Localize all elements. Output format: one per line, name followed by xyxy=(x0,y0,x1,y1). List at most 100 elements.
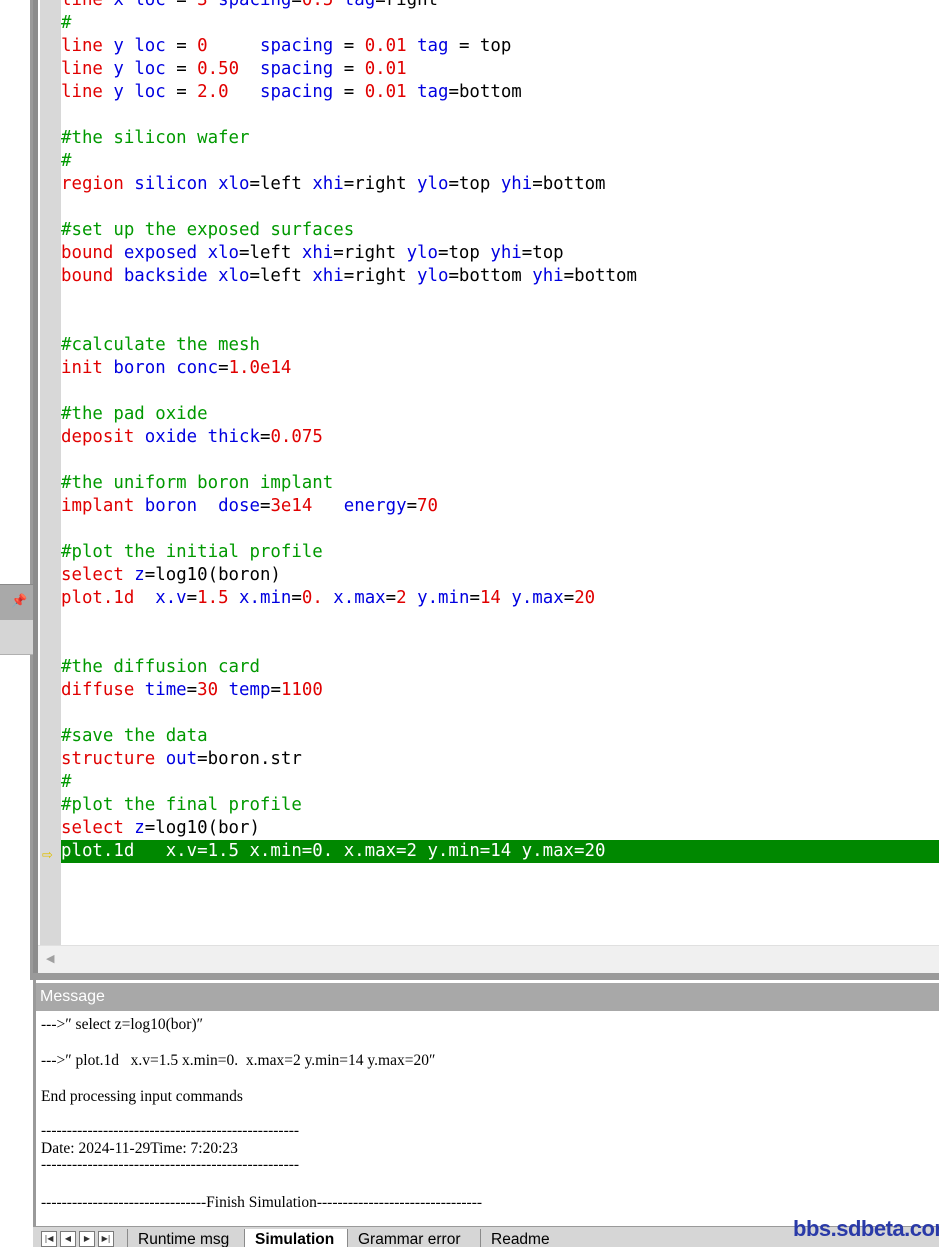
code-line[interactable]: line y loc = 2.0 spacing = 0.01 tag=bott… xyxy=(61,81,939,104)
code-line[interactable] xyxy=(61,633,939,656)
code-line[interactable]: diffuse time=30 temp=1100 xyxy=(61,679,939,702)
code-line[interactable]: # xyxy=(61,12,939,35)
prev-icon[interactable]: ◀ xyxy=(60,1231,76,1247)
tab-runtime-msg[interactable]: Runtime msg xyxy=(127,1229,246,1247)
code-token: = xyxy=(333,82,365,102)
tab-grammar-error[interactable]: Grammar error xyxy=(347,1229,486,1247)
pin-tab[interactable]: 📌 xyxy=(0,584,33,621)
code-line[interactable]: deposit oxide thick=0.075 xyxy=(61,426,939,449)
code-line[interactable]: #the diffusion card xyxy=(61,656,939,679)
code-line[interactable]: #plot the final profile xyxy=(61,794,939,817)
editor-margin xyxy=(40,0,61,945)
code-token: plot.1d xyxy=(61,588,135,608)
code-token: out xyxy=(155,749,198,769)
code-line[interactable]: #the uniform boron implant xyxy=(61,472,939,495)
last-icon[interactable]: ▶| xyxy=(98,1231,114,1247)
code-token: #the silicon wafer xyxy=(61,128,250,148)
code-token: 1.0e14 xyxy=(228,358,292,378)
horizontal-scrollbar[interactable]: ◀ xyxy=(38,945,939,974)
code-line[interactable]: #save the data xyxy=(61,725,939,748)
code-line[interactable]: plot.1d x.v=1.5 x.min=0. x.max=2 y.min=1… xyxy=(61,587,939,610)
code-token: plot.1d x.v=1.5 x.min=0. x.max=2 y.min=1… xyxy=(61,841,606,861)
code-line[interactable]: #the pad oxide xyxy=(61,403,939,426)
code-token: y xyxy=(102,82,135,102)
code-line[interactable]: bound backside xlo=left xhi=right ylo=bo… xyxy=(61,265,939,288)
code-token: boron xyxy=(102,358,166,378)
code-token: 0.5 xyxy=(301,0,334,10)
code-line[interactable] xyxy=(61,449,939,472)
message-panel: Message --->″ select z=log10(bor)″ --->″ … xyxy=(33,980,939,1226)
code-token: spacing xyxy=(239,59,334,79)
code-token: line xyxy=(61,0,103,10)
code-token: temp xyxy=(218,680,271,700)
code-token: dose xyxy=(197,496,260,516)
code-token: tag xyxy=(406,82,449,102)
code-token: init xyxy=(61,358,103,378)
code-line[interactable] xyxy=(61,288,939,311)
code-token: boron xyxy=(134,496,198,516)
code-token: z xyxy=(123,565,145,585)
code-token: x.min xyxy=(228,588,292,608)
pin-icon[interactable]: 📌 xyxy=(11,594,27,609)
code-line[interactable] xyxy=(61,610,939,633)
code-line[interactable] xyxy=(61,104,939,127)
code-token: #set up the exposed surfaces xyxy=(61,220,355,240)
message-line: End processing input commands xyxy=(41,1088,243,1105)
code-line[interactable]: region silicon xlo=left xhi=right ylo=to… xyxy=(61,173,939,196)
code-token: #the pad oxide xyxy=(61,404,208,424)
code-token: structure xyxy=(61,749,156,769)
code-line[interactable] xyxy=(61,380,939,403)
splitter[interactable] xyxy=(33,973,939,980)
code-token: x.v xyxy=(134,588,187,608)
code-token: = xyxy=(406,496,418,516)
code-token: line xyxy=(61,82,103,102)
code-area[interactable]: line x loc = 3 spacing=0.5 tag=right # lin… xyxy=(61,0,939,863)
current-code-line[interactable]: plot.1d x.v=1.5 x.min=0. x.max=2 y.min=1… xyxy=(61,840,939,863)
dock-tab[interactable] xyxy=(0,620,33,655)
code-token: thick xyxy=(197,427,260,447)
code-token: ylo xyxy=(396,243,438,263)
code-line[interactable]: structure out=boron.str xyxy=(61,748,939,771)
first-icon[interactable]: |◀ xyxy=(41,1231,57,1247)
code-token: xlo xyxy=(207,174,250,194)
code-line[interactable] xyxy=(61,518,939,541)
scroll-left-icon[interactable]: ◀ xyxy=(46,952,54,965)
code-token: y xyxy=(102,36,135,56)
current-line-arrow-icon: ⇨ xyxy=(42,848,53,863)
code-token: =right xyxy=(333,243,397,263)
code-line[interactable] xyxy=(61,196,939,219)
code-token: = xyxy=(333,36,365,56)
code-line[interactable]: line y loc = 0 spacing = 0.01 tag = top xyxy=(61,35,939,58)
code-line[interactable]: # xyxy=(61,771,939,794)
tab-readme[interactable]: Readme xyxy=(480,1229,571,1247)
code-line[interactable]: line y loc = 0.50 spacing = 0.01 xyxy=(61,58,939,81)
code-line[interactable]: implant boron dose=3e14 energy=70 xyxy=(61,495,939,518)
code-line[interactable]: #calculate the mesh xyxy=(61,334,939,357)
code-line[interactable]: line x loc = 3 spacing=0.5 tag=right xyxy=(61,0,939,12)
code-line[interactable]: #plot the initial profile xyxy=(61,541,939,564)
code-token: =top xyxy=(437,243,480,263)
code-token: = xyxy=(291,0,302,10)
code-line[interactable]: #set up the exposed surfaces xyxy=(61,219,939,242)
code-token: exposed xyxy=(113,243,198,263)
code-line[interactable]: select z=log10(boron) xyxy=(61,564,939,587)
code-line[interactable]: select z=log10(bor) xyxy=(61,817,939,840)
code-token: #plot the initial profile xyxy=(61,542,323,562)
code-line[interactable]: #the silicon wafer xyxy=(61,127,939,150)
code-token: xlo xyxy=(197,243,240,263)
code-line[interactable]: bound exposed xlo=left xhi=right ylo=top… xyxy=(61,242,939,265)
tab-simulation[interactable]: Simulation xyxy=(244,1229,351,1247)
code-line[interactable] xyxy=(61,311,939,334)
next-icon[interactable]: ▶ xyxy=(79,1231,95,1247)
code-line[interactable]: init boron conc=1.0e14 xyxy=(61,357,939,380)
code-token: =log10(bor) xyxy=(144,818,260,838)
code-token: yhi xyxy=(521,266,564,286)
code-line[interactable] xyxy=(61,702,939,725)
code-token: tag xyxy=(333,0,376,10)
code-token: tag xyxy=(406,36,449,56)
code-token: loc xyxy=(134,0,166,10)
code-token: = xyxy=(165,59,198,79)
code-token: # xyxy=(61,13,72,33)
message-panel-title: Message xyxy=(40,988,105,1005)
code-line[interactable]: # xyxy=(61,150,939,173)
